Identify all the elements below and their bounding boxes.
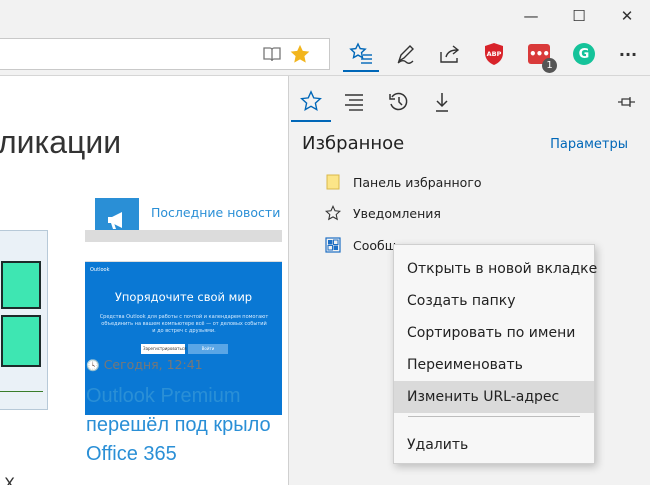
hub-button[interactable] — [343, 36, 379, 72]
tab-history[interactable] — [379, 82, 419, 122]
dots-icon: ••• 1 — [528, 44, 557, 73]
maximize-button[interactable]: ☐ — [556, 0, 602, 32]
web-page: ликации Последние новости Outlook Упоряд… — [0, 76, 288, 485]
page-heading: ликации — [0, 124, 122, 160]
add-favorite-star-icon[interactable] — [289, 43, 311, 69]
reading-view-icon[interactable] — [262, 45, 282, 67]
favorite-item-notifications[interactable]: Уведомления — [325, 201, 441, 225]
article-thumbnail-left[interactable] — [0, 230, 48, 410]
tab-favorites[interactable] — [291, 82, 331, 122]
reading-list-icon — [345, 94, 363, 111]
extension-badge: 1 — [542, 58, 557, 73]
adblock-icon[interactable]: ABP — [476, 36, 512, 72]
download-icon — [436, 93, 448, 112]
thumb-button: Войти — [188, 344, 228, 354]
svg-text:ABP: ABP — [487, 50, 502, 58]
favorite-item-messages[interactable]: Сообщ — [325, 233, 397, 257]
menu-separator — [408, 416, 580, 417]
menu-rename[interactable]: Переименовать — [394, 349, 594, 381]
windows-tile-icon — [325, 237, 341, 253]
thumb-subtitle: Средства Outlook для работы с почтой и к… — [99, 314, 269, 334]
latest-news-link[interactable]: Последние новости — [151, 205, 280, 220]
minimize-button[interactable]: — — [508, 0, 554, 32]
extension-button[interactable]: ••• 1 — [521, 36, 557, 73]
title-bar: — ☐ ✕ — [0, 0, 650, 32]
truncated-text: Х — [4, 474, 15, 485]
favorite-item-favorites-bar[interactable]: Панель избранного — [325, 170, 482, 194]
pen-icon[interactable] — [388, 36, 424, 72]
star-outline-icon — [300, 90, 322, 111]
outlook-logo: Outlook — [90, 267, 110, 273]
folder-icon — [325, 174, 341, 190]
pin-icon — [618, 97, 635, 107]
megaphone-icon — [108, 212, 122, 229]
close-button[interactable]: ✕ — [604, 0, 650, 32]
menu-delete[interactable]: Удалить — [394, 429, 594, 461]
star-outline-icon — [325, 205, 341, 221]
pin-button[interactable] — [607, 82, 647, 122]
favorites-title: Избранное — [302, 133, 405, 154]
address-bar[interactable] — [0, 38, 330, 70]
article-title-link[interactable]: Outlook Premium перешёл под крыло Office… — [86, 382, 286, 469]
clock-icon: 🕓 — [86, 359, 100, 372]
menu-create-folder[interactable]: Создать папку — [394, 285, 594, 317]
browser-toolbar: ABP ••• 1 G ··· — [0, 32, 650, 76]
article-date: 🕓 Сегодня, 12:41 — [86, 357, 203, 372]
history-icon — [389, 92, 408, 111]
settings-link[interactable]: Параметры — [550, 137, 628, 152]
menu-edit-url[interactable]: Изменить URL-адрес — [394, 381, 594, 413]
context-menu: Открыть в новой вкладке Создать папку Со… — [393, 244, 597, 464]
tab-downloads[interactable] — [422, 82, 462, 122]
share-icon[interactable] — [432, 36, 468, 72]
thumb-input: Зарегистрироваться — [141, 344, 186, 354]
menu-sort-by-name[interactable]: Сортировать по имени — [394, 317, 594, 349]
menu-open-new-tab[interactable]: Открыть в новой вкладке — [394, 253, 597, 285]
more-button[interactable]: ··· — [610, 36, 646, 72]
tab-reading-list[interactable] — [334, 82, 374, 122]
thumb-title: Упорядочите свой мир — [114, 290, 253, 304]
grammarly-icon[interactable]: G — [566, 36, 602, 72]
